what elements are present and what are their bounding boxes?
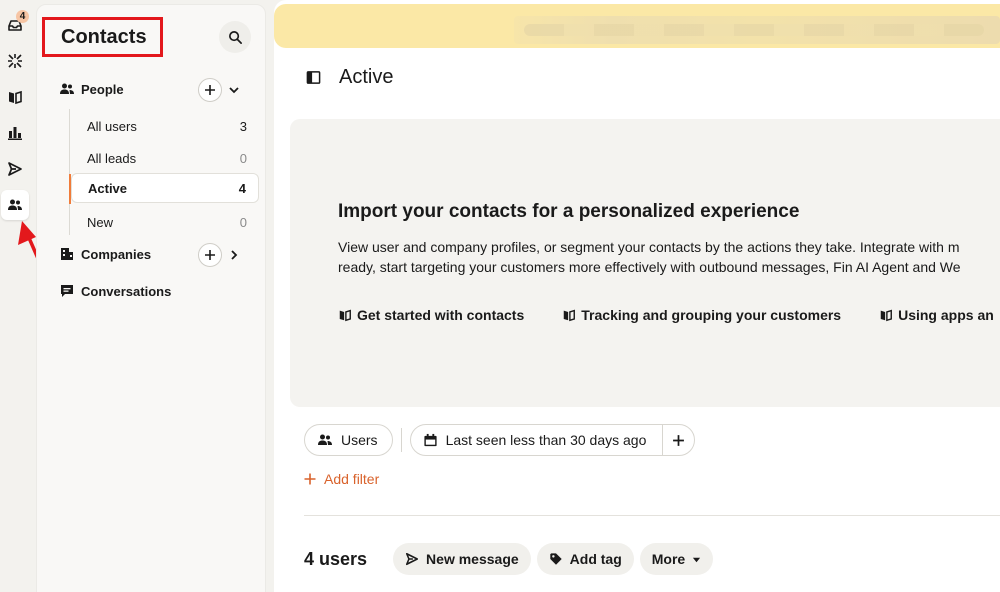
last-seen-filter[interactable]: Last seen less than 30 days ago <box>411 425 663 455</box>
knowledge-book-icon <box>9 90 22 105</box>
inbox-button[interactable]: 4 <box>2 10 29 38</box>
nav-item-new[interactable]: New 0 <box>71 207 259 237</box>
nav-item-count: 3 <box>239 118 247 134</box>
book-icon <box>339 309 351 322</box>
filter-separator <box>400 428 402 452</box>
add-filter-to-group-button[interactable] <box>662 425 694 455</box>
search-icon <box>228 30 242 44</box>
import-contacts-promo: Import your contacts for a personalized … <box>290 119 1000 407</box>
people-icon <box>60 83 74 94</box>
nav-item-label: All leads <box>87 150 137 166</box>
banner-blurred-content <box>514 16 1000 44</box>
nav-item-label: All users <box>87 118 137 134</box>
more-actions-button[interactable]: More <box>639 543 714 575</box>
more-label: More <box>651 551 686 567</box>
building-icon <box>61 248 73 260</box>
filter-bar: Users Last seen less than 30 days ago <box>304 424 696 456</box>
promo-description-line: View user and company profiles, or segme… <box>338 239 960 255</box>
book-icon <box>880 309 893 322</box>
fin-ai-icon <box>8 54 22 68</box>
main-content: Active Import your contacts for a person… <box>274 0 1000 592</box>
nav-item-count: 0 <box>239 150 247 166</box>
promo-title: Import your contacts for a personalized … <box>338 201 800 222</box>
nav-item-count: 0 <box>239 214 247 230</box>
section-people-label: People <box>81 81 124 97</box>
section-conversations-label: Conversations <box>81 283 172 299</box>
users-filter-label: Users <box>341 432 378 448</box>
link-label: Using apps an <box>898 307 994 323</box>
section-conversations[interactable]: Conversations <box>59 283 171 299</box>
page-header: Active <box>306 66 393 89</box>
chevron-down-icon <box>229 87 239 94</box>
nav-search-button[interactable] <box>219 21 251 53</box>
section-people[interactable]: People <box>59 81 124 97</box>
promo-description: View user and company profiles, or segme… <box>338 237 961 277</box>
nav-title-highlight: Contacts <box>42 17 163 57</box>
top-banner <box>274 4 1000 48</box>
section-divider <box>304 515 1000 516</box>
reports-chart-icon <box>8 127 22 140</box>
add-tag-button[interactable]: Add tag <box>536 543 634 575</box>
promo-description-line: ready, start targeting your customers mo… <box>338 259 961 275</box>
people-icon <box>318 434 332 445</box>
reports-button[interactable] <box>2 120 28 146</box>
tag-icon <box>549 553 562 565</box>
new-message-button[interactable]: New message <box>393 543 531 575</box>
link-get-started-contacts[interactable]: Get started with contacts <box>338 307 524 323</box>
add-filter-button[interactable]: Add filter <box>304 471 379 487</box>
last-seen-filter-group: Last seen less than 30 days ago <box>409 424 696 456</box>
nav-item-all-users[interactable]: All users 3 <box>71 111 259 141</box>
sidebar-toggle-icon[interactable] <box>306 70 321 85</box>
section-companies[interactable]: Companies <box>59 246 151 262</box>
tree-guide-line <box>69 109 70 235</box>
companies-expand-toggle[interactable] <box>227 248 241 262</box>
book-icon <box>564 309 576 322</box>
outbound-button[interactable] <box>2 156 28 182</box>
inbox-badge: 4 <box>16 10 29 23</box>
people-collapse-toggle[interactable] <box>227 83 241 97</box>
link-label: Tracking and grouping your customers <box>581 307 842 323</box>
nav-item-label: New <box>87 214 114 230</box>
plus-icon <box>304 473 316 485</box>
outbound-send-icon <box>8 162 22 176</box>
users-type-filter[interactable]: Users <box>304 424 393 456</box>
promo-links: Get started with contacts Tracking and g… <box>338 307 1000 323</box>
send-icon <box>406 552 419 566</box>
add-people-segment-button[interactable] <box>198 78 222 102</box>
chevron-right-icon <box>231 250 238 260</box>
plus-icon <box>205 85 215 95</box>
nav-item-active[interactable]: Active 4 <box>69 173 259 204</box>
link-tracking-grouping[interactable]: Tracking and grouping your customers <box>562 307 841 323</box>
list-header: 4 users New message Add tag More <box>304 543 719 575</box>
section-companies-label: Companies <box>81 246 152 262</box>
last-seen-filter-label: Last seen less than 30 days ago <box>445 432 647 448</box>
add-filter-label: Add filter <box>324 471 380 487</box>
contacts-people-icon <box>8 199 22 210</box>
plus-icon <box>205 250 215 260</box>
nav-item-label: Active <box>88 180 128 196</box>
link-using-apps[interactable]: Using apps an <box>879 307 994 323</box>
link-label: Get started with contacts <box>357 307 525 323</box>
nav-item-all-leads[interactable]: All leads 0 <box>71 143 259 173</box>
page-title: Active <box>339 66 394 88</box>
conversation-bubble-icon <box>61 285 73 297</box>
user-count: 4 users <box>304 548 368 569</box>
add-tag-label: Add tag <box>569 551 622 567</box>
add-company-segment-button[interactable] <box>198 243 222 267</box>
nav-item-count: 4 <box>238 180 246 196</box>
knowledge-button[interactable] <box>2 84 28 110</box>
caret-down-icon <box>693 557 701 562</box>
fin-ai-button[interactable] <box>2 48 28 74</box>
contacts-nav-panel: Contacts People All users 3 All leads 0 … <box>36 4 266 592</box>
nav-title: Contacts <box>61 25 147 48</box>
calendar-icon <box>423 433 437 446</box>
new-message-label: New message <box>426 551 519 567</box>
plus-icon <box>673 434 685 446</box>
